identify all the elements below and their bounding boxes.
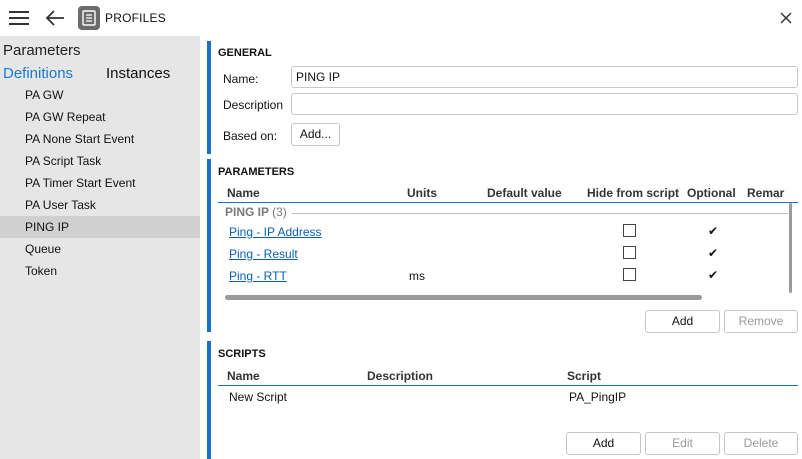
script-name: New Script — [229, 390, 288, 404]
sidebar-item-pa-user-task[interactable]: PA User Task — [0, 194, 200, 216]
app-title: PROFILES — [105, 11, 166, 25]
back-arrow-icon[interactable] — [44, 8, 66, 28]
add-parameter-button[interactable]: Add — [645, 310, 720, 333]
column-header-name[interactable]: Name — [227, 186, 260, 200]
general-title: GENERAL — [218, 47, 272, 59]
hide-from-script-checkbox[interactable] — [623, 224, 636, 237]
description-field[interactable] — [291, 93, 798, 115]
description-label: Description — [223, 98, 284, 112]
tab-definitions[interactable]: Definitions — [3, 65, 73, 82]
tab-instances[interactable]: Instances — [106, 65, 170, 82]
optional-check-icon: ✔ — [708, 224, 719, 238]
section-accent-bar — [207, 41, 211, 154]
remove-parameter-button[interactable]: Remove — [724, 310, 798, 333]
based-on-add-button[interactable]: Add... — [291, 123, 340, 146]
parameters-section: PARAMETERS Name Units Default value Hide… — [207, 159, 802, 333]
column-header-name[interactable]: Name — [227, 369, 260, 383]
close-icon[interactable] — [778, 10, 794, 26]
based-on-label: Based on: — [223, 129, 278, 143]
general-section: GENERAL Name: Description Based on: Add.… — [207, 41, 802, 154]
column-header-script[interactable]: Script — [567, 369, 601, 383]
parameter-name-link[interactable]: Ping - RTT — [229, 269, 287, 283]
section-accent-bar — [207, 341, 211, 459]
optional-check-icon: ✔ — [708, 268, 719, 282]
horizontal-scrollbar[interactable] — [225, 295, 702, 300]
column-header-remarks[interactable]: Remar — [747, 186, 784, 200]
column-header-default-value[interactable]: Default value — [487, 186, 562, 200]
sidebar: Parameters Definitions Instances PA GW P… — [0, 36, 200, 459]
table-row: Ping - Result ✔ — [218, 243, 788, 265]
group-divider — [292, 213, 788, 214]
table-row: Ping - RTT ms ✔ — [218, 265, 788, 287]
sidebar-item-pa-gw[interactable]: PA GW — [0, 84, 200, 106]
scripts-title: SCRIPTS — [218, 348, 266, 360]
add-script-button[interactable]: Add — [566, 432, 641, 455]
scripts-section: SCRIPTS Name Description Script New Scri… — [207, 341, 802, 459]
group-count: (3) — [272, 205, 287, 219]
hamburger-menu-icon[interactable] — [9, 11, 29, 25]
sidebar-item-pa-none-start-event[interactable]: PA None Start Event — [0, 128, 200, 150]
section-accent-bar — [207, 159, 211, 332]
parameter-name-link[interactable]: Ping - IP Address — [229, 225, 322, 239]
sidebar-item-ping-ip[interactable]: PING IP — [0, 216, 200, 238]
sidebar-item-pa-script-task[interactable]: PA Script Task — [0, 150, 200, 172]
parameters-title: PARAMETERS — [218, 166, 295, 178]
title-bar: PROFILES — [0, 0, 802, 36]
sidebar-item-queue[interactable]: Queue — [0, 238, 200, 260]
column-header-hide-from-script[interactable]: Hide from script — [587, 186, 679, 200]
table-row[interactable]: New Script PA_PingIP — [218, 386, 788, 408]
parameter-units: ms — [409, 269, 425, 283]
column-header-description[interactable]: Description — [367, 369, 433, 383]
column-header-units[interactable]: Units — [407, 186, 437, 200]
table-row: Ping - IP Address ✔ — [218, 221, 788, 243]
vertical-scrollbar[interactable] — [789, 203, 792, 293]
optional-check-icon: ✔ — [708, 246, 719, 260]
column-header-optional[interactable]: Optional — [687, 186, 736, 200]
sidebar-heading: Parameters — [3, 42, 81, 59]
hide-from-script-checkbox[interactable] — [623, 246, 636, 259]
profiles-app-icon — [78, 6, 100, 30]
group-name: PING IP — [225, 205, 269, 219]
sidebar-item-pa-gw-repeat[interactable]: PA GW Repeat — [0, 106, 200, 128]
name-label: Name: — [223, 72, 259, 86]
sidebar-item-token[interactable]: Token — [0, 260, 200, 282]
script-file: PA_PingIP — [569, 390, 627, 404]
scripts-table-header: Name Description Script — [218, 366, 798, 386]
sidebar-item-pa-timer-start-event[interactable]: PA Timer Start Event — [0, 172, 200, 194]
hide-from-script-checkbox[interactable] — [623, 268, 636, 281]
edit-script-button[interactable]: Edit — [645, 432, 720, 455]
parameters-table-header: Name Units Default value Hide from scrip… — [218, 183, 798, 203]
name-field[interactable] — [291, 66, 798, 88]
delete-script-button[interactable]: Delete — [724, 432, 798, 455]
group-row: PING IP (3) — [218, 204, 788, 222]
parameter-name-link[interactable]: Ping - Result — [229, 247, 298, 261]
group-label: PING IP (3) — [225, 205, 287, 219]
